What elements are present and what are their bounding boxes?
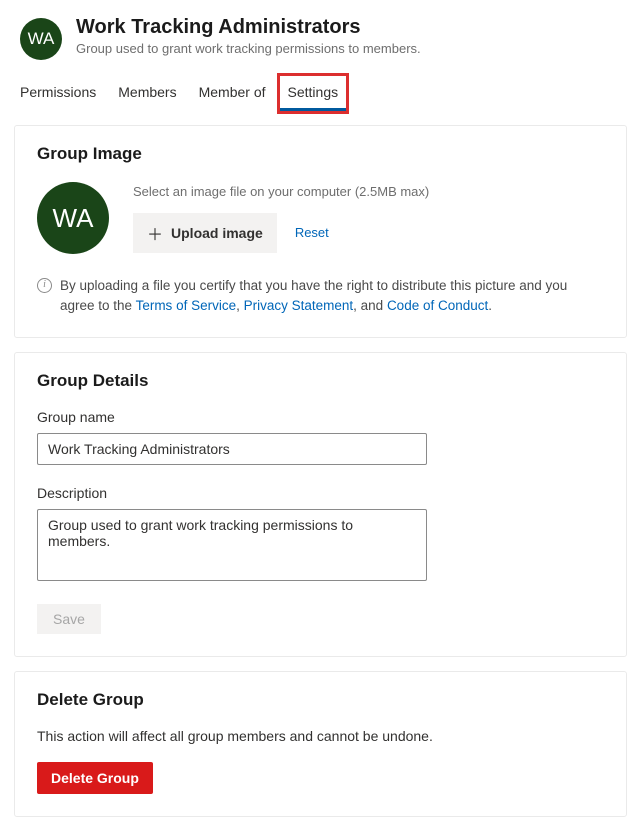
- upload-hint: Select an image file on your computer (2…: [133, 184, 604, 199]
- delete-group-card: Delete Group This action will affect all…: [14, 671, 627, 817]
- reset-link[interactable]: Reset: [295, 225, 329, 240]
- group-details-card: Group Details Group name Description Gro…: [14, 352, 627, 657]
- group-image-avatar: WA: [37, 182, 109, 254]
- page-subtitle: Group used to grant work tracking permis…: [76, 41, 421, 56]
- tabs: Permissions Members Member of Settings: [0, 76, 641, 111]
- upload-image-label: Upload image: [171, 225, 263, 241]
- tab-members[interactable]: Members: [118, 76, 176, 111]
- plus-icon: ＋: [147, 221, 163, 245]
- code-of-conduct-link[interactable]: Code of Conduct: [387, 298, 488, 313]
- upload-disclosure: i By uploading a file you certify that y…: [37, 276, 604, 315]
- group-avatar: WA: [20, 18, 62, 60]
- group-details-heading: Group Details: [37, 371, 604, 391]
- description-textarea[interactable]: Group used to grant work tracking permis…: [37, 509, 427, 581]
- delete-group-heading: Delete Group: [37, 690, 604, 710]
- tab-settings[interactable]: Settings: [280, 76, 347, 111]
- page-header: WA Work Tracking Administrators Group us…: [0, 0, 641, 70]
- page-title: Work Tracking Administrators: [76, 16, 421, 39]
- terms-of-service-link[interactable]: Terms of Service: [136, 298, 237, 313]
- group-name-label: Group name: [37, 409, 604, 425]
- group-image-heading: Group Image: [37, 144, 604, 164]
- tab-permissions[interactable]: Permissions: [20, 76, 96, 111]
- info-icon: i: [37, 278, 52, 293]
- delete-group-button[interactable]: Delete Group: [37, 762, 153, 794]
- tab-member-of[interactable]: Member of: [199, 76, 266, 111]
- privacy-statement-link[interactable]: Privacy Statement: [244, 298, 354, 313]
- save-button[interactable]: Save: [37, 604, 101, 634]
- group-image-card: Group Image WA Select an image file on y…: [14, 125, 627, 338]
- group-name-input[interactable]: [37, 433, 427, 465]
- delete-group-text: This action will affect all group member…: [37, 728, 604, 744]
- description-label: Description: [37, 485, 604, 501]
- upload-image-button[interactable]: ＋ Upload image: [133, 213, 277, 253]
